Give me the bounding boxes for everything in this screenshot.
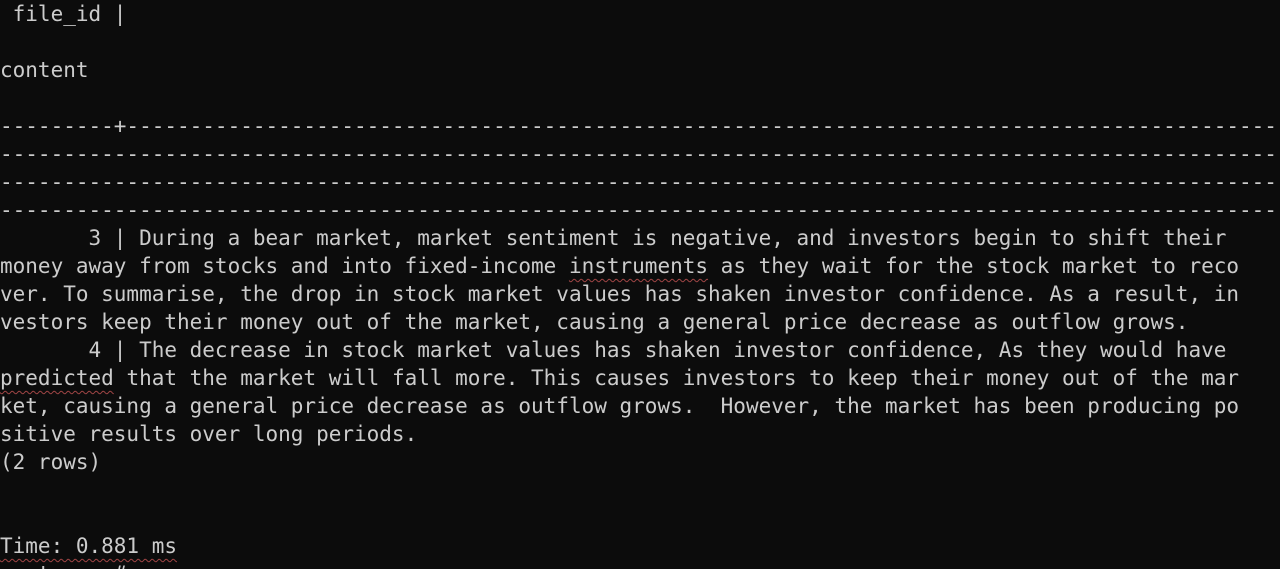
separator-line: ---------+------------------------------…: [0, 114, 1280, 138]
row-4-line: sitive results over long periods.: [0, 422, 418, 446]
header-content-line: content: [0, 58, 89, 82]
prompt-line[interactable]: postgres=#: [0, 560, 126, 569]
separator-line: ----------------------------------------…: [0, 198, 1280, 222]
row-3-text: money away from stocks and into fixed-in…: [0, 254, 569, 278]
row-3-line: vestors keep their money out of the mark…: [0, 310, 1189, 334]
row-3-text: as they wait for the stock market to rec…: [708, 254, 1240, 278]
timing-line: Time: 0.881 ms: [0, 532, 177, 560]
terminal-window[interactable]: file_id | content ---------+------------…: [0, 0, 1280, 569]
header-line: file_id |: [0, 2, 127, 26]
separator-line: ----------------------------------------…: [0, 142, 1280, 166]
row-count-line: (2 rows): [0, 450, 102, 474]
spellcheck-underlined-word: predicted: [0, 366, 114, 390]
row-3-line: money away from stocks and into fixed-in…: [0, 252, 1239, 280]
timing-text: Time: 0.881 ms: [0, 534, 178, 558]
row-4-text: that the market will fall more. This cau…: [113, 366, 1240, 390]
spellcheck-underlined-word: instruments: [568, 254, 709, 278]
separator-line: ----------------------------------------…: [0, 170, 1280, 194]
row-3-line: ver. To summarise, the drop in stock mar…: [0, 282, 1240, 306]
row-4-line: ket, causing a general price decrease as…: [0, 394, 1240, 418]
row-4-line: 4 | The decrease in stock market values …: [0, 338, 1227, 362]
row-3-line: 3 | During a bear market, market sentime…: [0, 226, 1227, 250]
row-4-line: predicted that the market will fall more…: [0, 364, 1239, 392]
